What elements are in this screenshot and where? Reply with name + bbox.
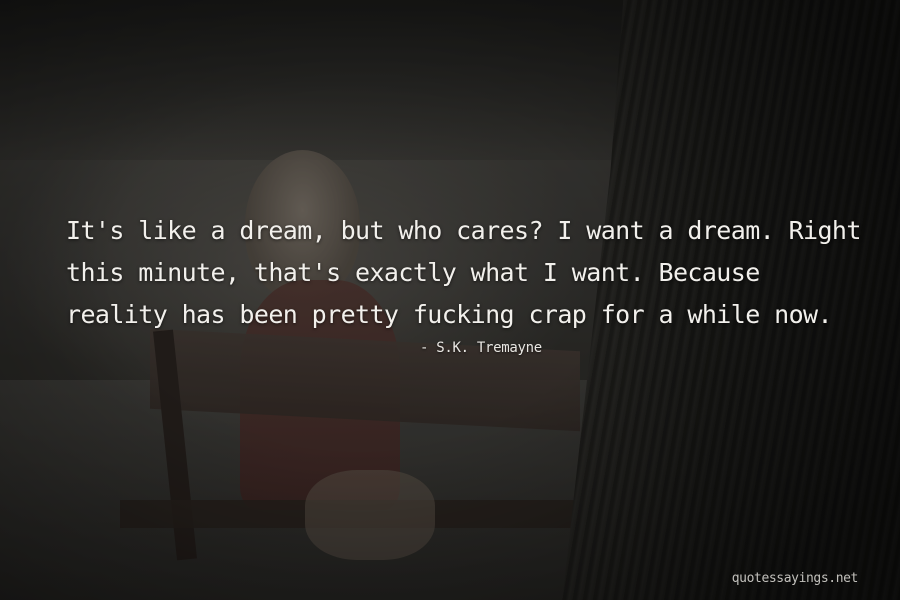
site-watermark: quotessayings.net [731, 571, 859, 586]
quote-image: It's like a dream, but who cares? I want… [0, 0, 900, 600]
quote-author: - S.K. Tremayne [420, 340, 542, 356]
quote-text: It's like a dream, but who cares? I want… [66, 216, 861, 329]
